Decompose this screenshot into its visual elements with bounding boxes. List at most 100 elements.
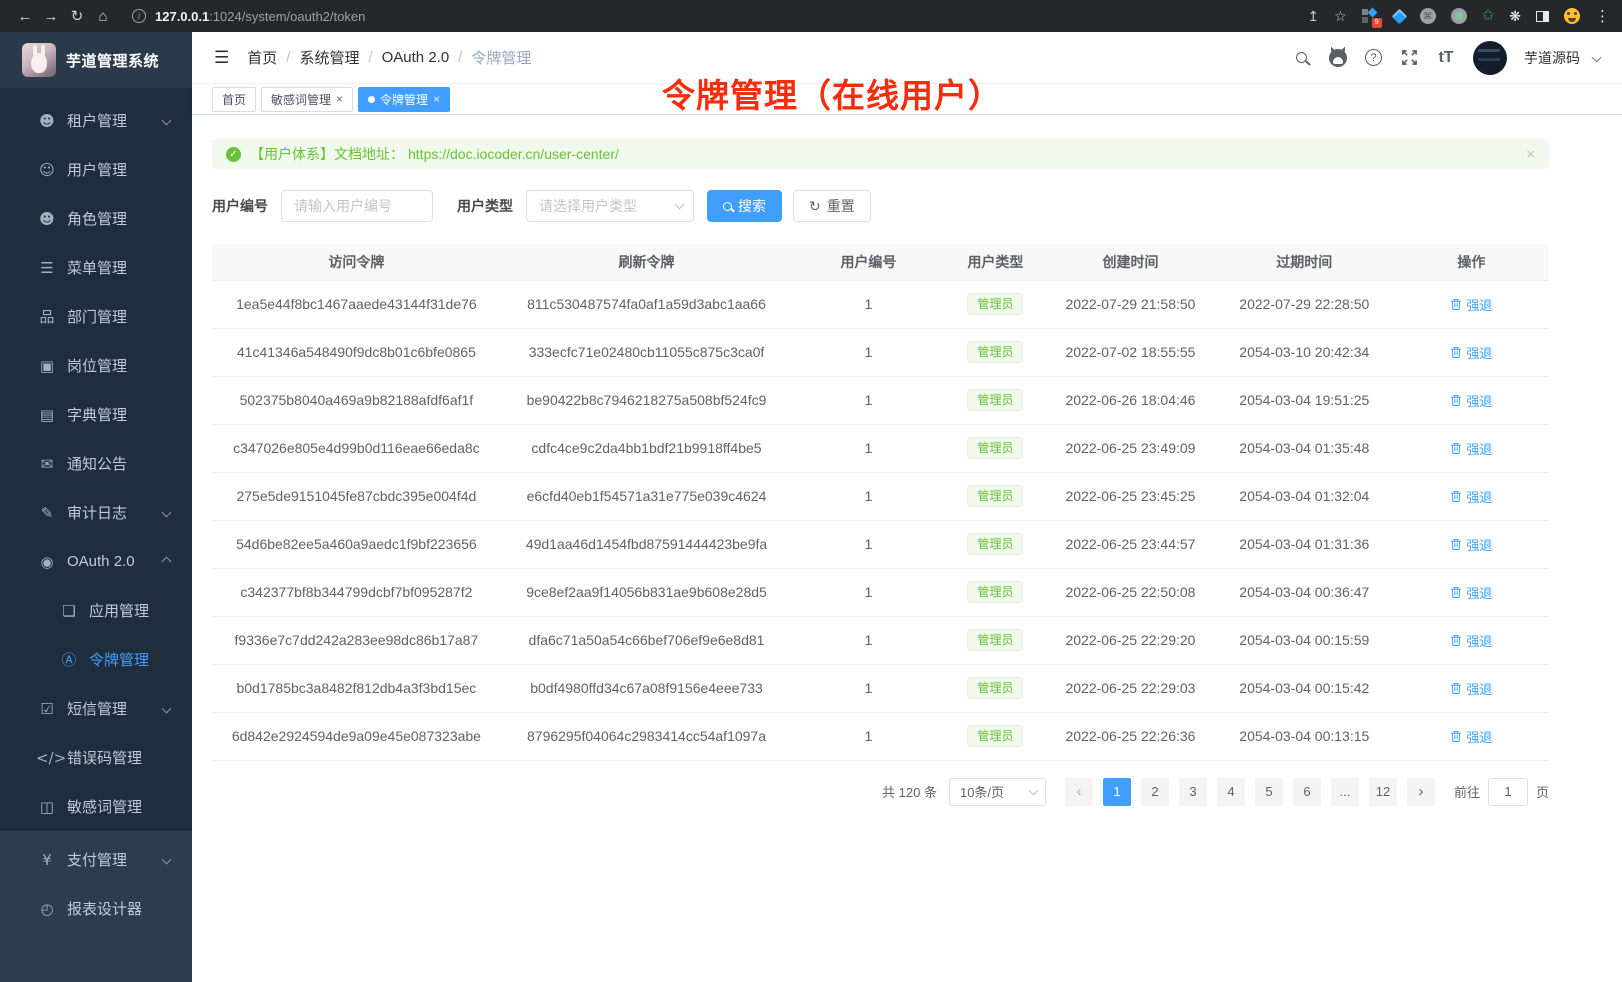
sidebar-item[interactable]: ✎ 审计日志	[0, 488, 192, 537]
record-extension-icon[interactable]	[1451, 8, 1467, 24]
address-bar[interactable]: i 127.0.0.1:1024/system/oauth2/token	[132, 9, 1307, 24]
app-header: ☰ 首页 / 系统管理 / OAuth 2.0 / 令牌管理	[192, 32, 1622, 84]
force-logout-button[interactable]: 强退	[1450, 535, 1492, 554]
split-screen-icon[interactable]	[1536, 11, 1549, 22]
sidebar-item[interactable]: ◫ 敏感词管理	[0, 782, 192, 831]
tab-close-icon[interactable]: ×	[433, 92, 440, 106]
force-logout-button[interactable]: 强退	[1450, 343, 1492, 362]
goto-page-input[interactable]	[1488, 778, 1528, 806]
user-name[interactable]: 芋道源码	[1524, 48, 1580, 68]
access-token-cell: 41c41346a548490f9dc8b01c6bfe0865	[212, 328, 501, 376]
doc-link[interactable]: https://doc.iocoder.cn/user-center/	[408, 146, 619, 162]
bookmark-star-icon[interactable]: ☆	[1334, 8, 1347, 25]
back-icon[interactable]: ←	[12, 8, 38, 25]
github-icon[interactable]	[1328, 48, 1348, 68]
user-id-cell: 1	[792, 520, 944, 568]
expire-time-cell: 2054-03-04 01:35:48	[1215, 424, 1394, 472]
page-number-button[interactable]: 3	[1179, 778, 1207, 806]
tab-close-icon[interactable]: ×	[336, 92, 343, 106]
user-type-badge: 管理员	[967, 341, 1023, 363]
table-row: c342377bf8b344799dcbf7bf095287f2 9ce8ef2…	[212, 568, 1549, 616]
sidebar-item[interactable]: ◉ OAuth 2.0	[0, 537, 192, 586]
force-logout-button[interactable]: 强退	[1450, 487, 1492, 506]
force-logout-button[interactable]: 强退	[1450, 583, 1492, 602]
user-type-badge: 管理员	[967, 581, 1023, 603]
fullscreen-icon[interactable]	[1399, 48, 1419, 68]
sidebar-item[interactable]: ¥ 支付管理	[0, 835, 192, 884]
page-number-button[interactable]: 2	[1141, 778, 1169, 806]
page-number-button[interactable]: 6	[1293, 778, 1321, 806]
page-number-button[interactable]: ...	[1331, 778, 1359, 806]
help-icon[interactable]: ?	[1365, 49, 1382, 66]
sidebar-item[interactable]: ❏ 应用管理	[0, 586, 192, 635]
sidebar-item[interactable]: ✉ 通知公告	[0, 439, 192, 488]
user-caret-icon[interactable]	[1592, 53, 1602, 63]
page-number-button[interactable]: 5	[1255, 778, 1283, 806]
page-size-select[interactable]: 10条/页	[949, 778, 1046, 806]
prev-page-button[interactable]: ‹	[1065, 778, 1093, 806]
page-number-button[interactable]: 1	[1103, 778, 1131, 806]
sidebar-item[interactable]: </> 错误码管理	[0, 733, 192, 782]
page-tab[interactable]: 首页	[212, 87, 256, 112]
force-logout-button[interactable]: 强退	[1450, 727, 1492, 746]
page-tab[interactable]: 敏感词管理 ×	[261, 87, 353, 112]
reload-icon[interactable]: ↻	[64, 7, 90, 25]
breadcrumb-item[interactable]: 首页	[247, 47, 277, 68]
breadcrumb: 首页 / 系统管理 / OAuth 2.0 / 令牌管理	[247, 47, 531, 68]
access-token-cell: 54d6be82ee5a460a9aedc1f9bf223656	[212, 520, 501, 568]
reset-button[interactable]: ↻ 重置	[793, 190, 871, 222]
force-logout-button[interactable]: 强退	[1450, 631, 1492, 650]
sidebar-item[interactable]: ▣ 岗位管理	[0, 341, 192, 390]
force-logout-button[interactable]: 强退	[1450, 679, 1492, 698]
created-time-cell: 2022-06-26 18:04:46	[1046, 376, 1214, 424]
next-page-button[interactable]: ›	[1407, 778, 1435, 806]
sidebar-item[interactable]: 品 部门管理	[0, 292, 192, 341]
page-content: ✓ 【用户体系】文档地址： https://doc.iocoder.cn/use…	[192, 115, 1622, 982]
breadcrumb-item[interactable]: OAuth 2.0	[382, 49, 450, 66]
sidebar-item[interactable]: Ⓐ 令牌管理	[0, 635, 192, 684]
page-tab[interactable]: 令牌管理 ×	[358, 87, 450, 112]
force-logout-button[interactable]: 强退	[1450, 439, 1492, 458]
user-type-badge: 管理员	[967, 293, 1023, 315]
search-button[interactable]: 搜索	[707, 190, 782, 222]
force-logout-button[interactable]: 强退	[1450, 391, 1492, 410]
breadcrumb-item[interactable]: 系统管理	[299, 47, 359, 68]
user-id-cell: 1	[792, 568, 944, 616]
emoji-profile-icon[interactable]	[1564, 8, 1580, 24]
sidebar-item[interactable]: ▤ 字典管理	[0, 390, 192, 439]
user-type-cell: 管理员	[945, 472, 1047, 520]
user-type-cell: 管理员	[945, 376, 1047, 424]
force-logout-button[interactable]: 强退	[1450, 295, 1492, 314]
share-icon[interactable]: ↥	[1307, 8, 1319, 25]
page-number-button[interactable]: 12	[1369, 778, 1397, 806]
command-extension-icon[interactable]: ⌘	[1420, 8, 1436, 24]
sidebar-item[interactable]: ◴ 报表设计器	[0, 884, 192, 933]
user-type-select[interactable]: 请选择用户类型	[526, 190, 694, 222]
gem-extension-icon[interactable]	[1391, 8, 1407, 24]
sidebar-item[interactable]: ☺ 用户管理	[0, 145, 192, 194]
green-star-extension-icon[interactable]: ✩	[1482, 8, 1495, 24]
action-cell: 强退	[1394, 712, 1549, 760]
site-info-icon[interactable]: i	[132, 9, 146, 23]
table-row: f9336e7c7dd242a283ee98dc86b17a87 dfa6c71…	[212, 616, 1549, 664]
search-icon[interactable]	[1291, 48, 1311, 68]
sidebar-item[interactable]: ☑ 短信管理	[0, 684, 192, 733]
extension-badge: 9	[1372, 18, 1382, 28]
breadcrumb-item[interactable]: 令牌管理	[471, 47, 531, 68]
action-cell: 强退	[1394, 472, 1549, 520]
forward-icon[interactable]: →	[38, 8, 64, 25]
sidebar-item[interactable]: ☻ 角色管理	[0, 194, 192, 243]
user-id-input[interactable]	[281, 190, 433, 222]
flower-extension-icon[interactable]: ❋	[1509, 8, 1521, 24]
browser-menu-icon[interactable]: ⋮	[1595, 7, 1610, 25]
sidebar-collapse-icon[interactable]: ☰	[214, 48, 229, 68]
alert-close-icon[interactable]: ×	[1526, 146, 1535, 163]
sidebar-item[interactable]: ☰ 菜单管理	[0, 243, 192, 292]
sidebar: 芋道管理系统 ☻ 租户管理 ☺ 用户管理 ☻ 角色管理	[0, 32, 192, 982]
page-number-button[interactable]: 4	[1217, 778, 1245, 806]
avatar[interactable]	[1473, 41, 1507, 75]
extension-grid-icon[interactable]: 9	[1362, 8, 1379, 24]
sidebar-item[interactable]: ☻ 租户管理	[0, 96, 192, 145]
font-size-icon[interactable]: tT	[1436, 48, 1456, 68]
home-icon[interactable]: ⌂	[90, 8, 116, 25]
